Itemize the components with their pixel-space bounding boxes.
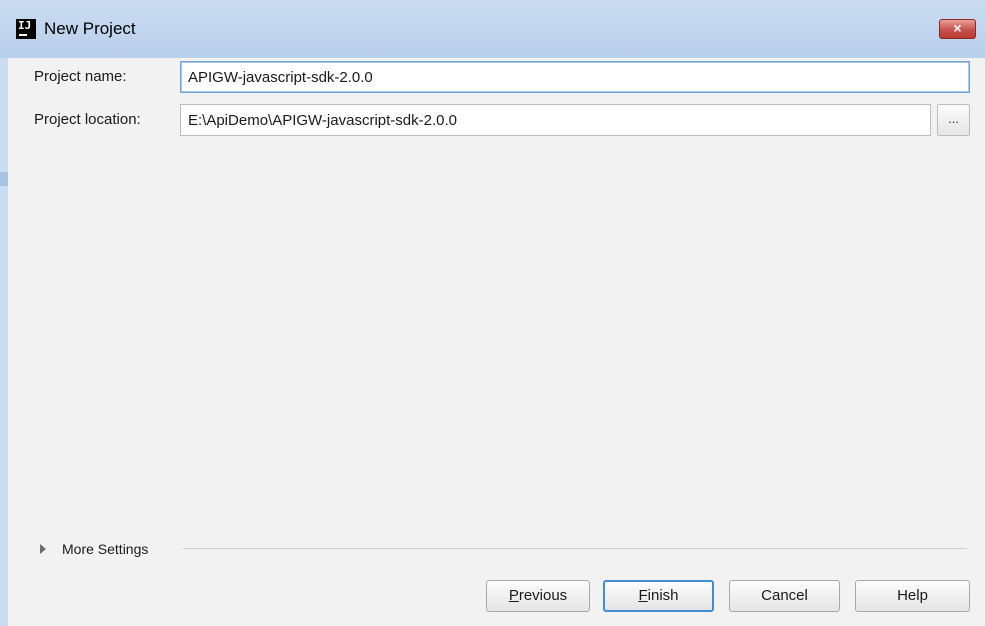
previous-mnemonic: P xyxy=(508,587,519,604)
project-location-label: Project location: xyxy=(34,111,141,128)
close-icon: × xyxy=(953,20,962,36)
project-name-input[interactable] xyxy=(180,61,970,93)
intellij-app-icon: IJ xyxy=(16,19,36,39)
previous-label-rest: revious xyxy=(518,587,568,604)
window-frame-left xyxy=(0,58,8,626)
window-frame-accent xyxy=(0,172,8,186)
project-location-input[interactable] xyxy=(180,104,931,136)
app-icon-text: IJ xyxy=(18,19,32,32)
finish-mnemonic: F xyxy=(638,587,648,604)
title-bar[interactable]: IJ New Project × xyxy=(0,0,985,58)
previous-button[interactable]: Previous xyxy=(486,580,590,612)
cancel-button[interactable]: Cancel xyxy=(729,580,840,612)
finish-label-rest: inish xyxy=(647,587,679,604)
browse-location-button[interactable]: ... xyxy=(937,104,970,136)
more-settings-toggle[interactable]: More Settings xyxy=(40,538,148,560)
triangle-right-icon xyxy=(40,544,46,554)
finish-button[interactable]: Finish xyxy=(603,580,714,612)
more-settings-label: More Settings xyxy=(62,541,149,557)
new-project-dialog: IJ New Project × Project name: Project l… xyxy=(0,0,985,626)
project-name-label: Project name: xyxy=(34,68,127,85)
browse-button-label: ... xyxy=(948,111,959,126)
more-settings-separator xyxy=(183,548,967,549)
app-icon-underscore xyxy=(19,34,27,36)
close-button[interactable]: × xyxy=(939,19,976,39)
window-title: New Project xyxy=(44,19,136,38)
help-button[interactable]: Help xyxy=(855,580,970,612)
